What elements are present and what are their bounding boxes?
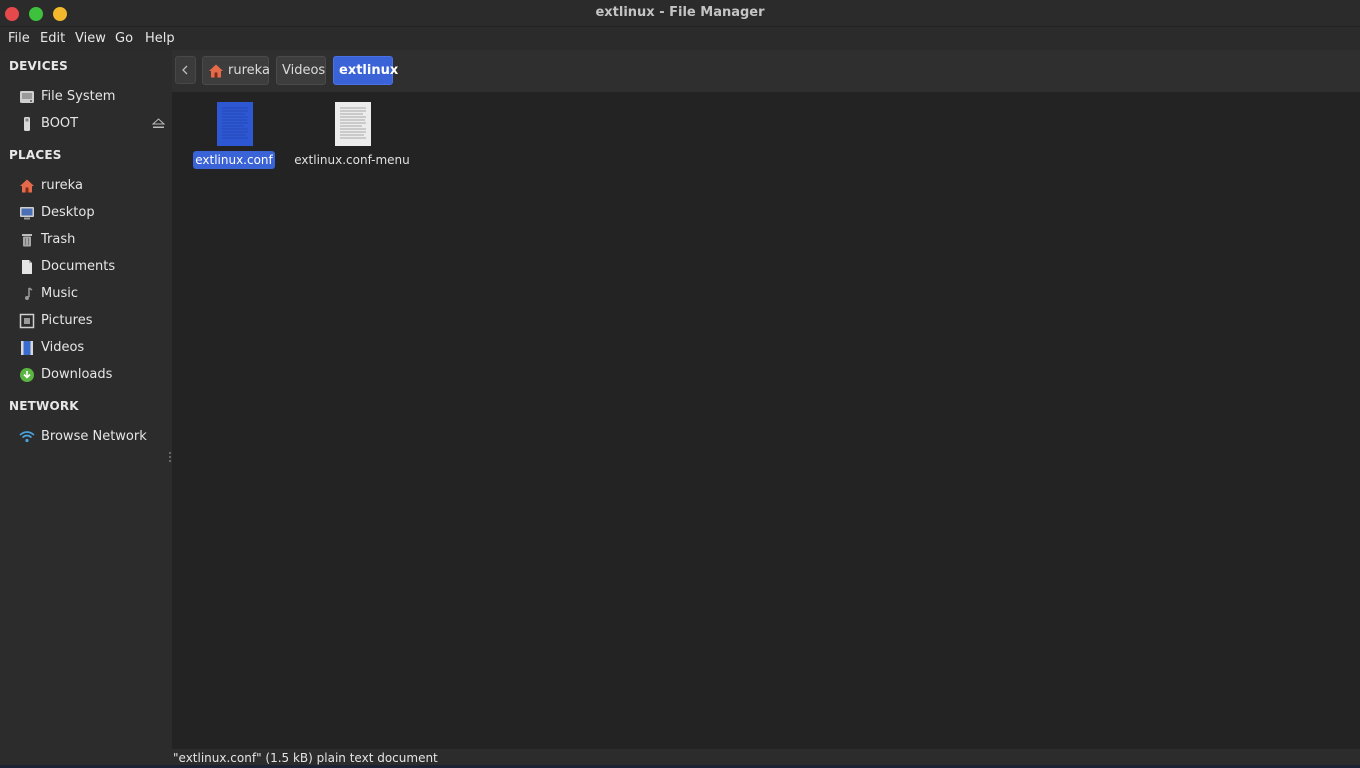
home-icon: [209, 64, 223, 78]
devices-header: DEVICES: [9, 59, 68, 73]
download-icon: [20, 368, 34, 382]
breadcrumb-label: extlinux: [339, 63, 399, 78]
network-header: NETWORK: [9, 399, 79, 413]
sidebar-item-boot[interactable]: BOOT: [0, 112, 172, 136]
menu-edit[interactable]: Edit: [40, 31, 65, 46]
sidebar: DEVICES File System BOOT PLACES rureka D…: [0, 50, 172, 768]
file-item-extlinux-conf[interactable]: extlinux.conf: [174, 102, 294, 182]
file-name: extlinux.conf-menu: [294, 153, 410, 167]
sidebar-item-music[interactable]: Music: [0, 282, 172, 306]
sidebar-item-documents[interactable]: Documents: [0, 255, 172, 279]
places-header: PLACES: [9, 148, 62, 162]
video-icon: [21, 341, 33, 355]
desktop-icon: [20, 207, 34, 220]
harddisk-icon: [20, 91, 34, 103]
text-file-icon: [217, 102, 253, 146]
chevron-left-icon: [182, 65, 188, 75]
sidebar-item-label: Browse Network: [41, 429, 147, 444]
sidebar-item-rureka[interactable]: rureka: [0, 174, 172, 198]
breadcrumb-extlinux[interactable]: extlinux: [333, 56, 398, 85]
menu-help[interactable]: Help: [145, 31, 175, 46]
menu-file[interactable]: File: [8, 31, 30, 46]
sidebar-item-videos[interactable]: Videos: [0, 336, 172, 360]
music-icon: [25, 287, 33, 300]
back-button[interactable]: [175, 56, 196, 84]
breadcrumb-label: Videos: [282, 63, 326, 78]
eject-icon[interactable]: [152, 118, 165, 130]
menu-bar: File Edit View Go Help: [0, 27, 1360, 50]
sidebar-item-downloads[interactable]: Downloads: [0, 363, 172, 387]
sidebar-item-browse-network[interactable]: Browse Network: [0, 425, 172, 449]
home-icon: [20, 179, 34, 193]
document-icon: [22, 260, 32, 274]
sidebar-item-label: Videos: [41, 340, 85, 355]
file-item-extlinux-conf-menu[interactable]: extlinux.conf-menu: [292, 102, 412, 182]
sidebar-item-desktop[interactable]: Desktop: [0, 201, 172, 225]
sidebar-item-label: Downloads: [41, 367, 113, 382]
breadcrumb-videos[interactable]: Videos: [276, 56, 326, 85]
text-file-icon: [335, 102, 371, 146]
picture-icon: [19, 313, 35, 329]
file-name: extlinux.conf: [193, 151, 275, 169]
wifi-icon: [19, 431, 35, 443]
sidebar-item-label: rureka: [41, 178, 83, 193]
sidebar-item-label: Pictures: [41, 313, 93, 328]
sidebar-item-label: BOOT: [41, 116, 79, 131]
breadcrumb-rureka[interactable]: rureka: [202, 56, 270, 85]
trash-icon: [22, 234, 32, 247]
sidebar-item-label: Documents: [41, 259, 116, 274]
sidebar-item-file-system[interactable]: File System: [0, 85, 172, 109]
usb-drive-icon: [24, 117, 30, 131]
sidebar-item-label: Music: [41, 286, 78, 301]
menu-view[interactable]: View: [75, 31, 106, 46]
window-title: extlinux - File Manager: [595, 5, 765, 20]
breadcrumb-label: rureka: [228, 63, 270, 78]
path-bar: rureka Videos extlinux: [172, 50, 1360, 92]
sidebar-item-label: File System: [41, 89, 116, 104]
sidebar-item-label: Desktop: [41, 205, 95, 220]
sidebar-item-trash[interactable]: Trash: [0, 228, 172, 252]
sidebar-item-pictures[interactable]: Pictures: [0, 309, 172, 333]
file-view[interactable]: extlinux.conf extlinux.conf-menu: [172, 92, 1360, 749]
sidebar-item-label: Trash: [41, 232, 76, 247]
menu-go[interactable]: Go: [115, 31, 133, 46]
title-bar: extlinux - File Manager: [0, 0, 1360, 27]
